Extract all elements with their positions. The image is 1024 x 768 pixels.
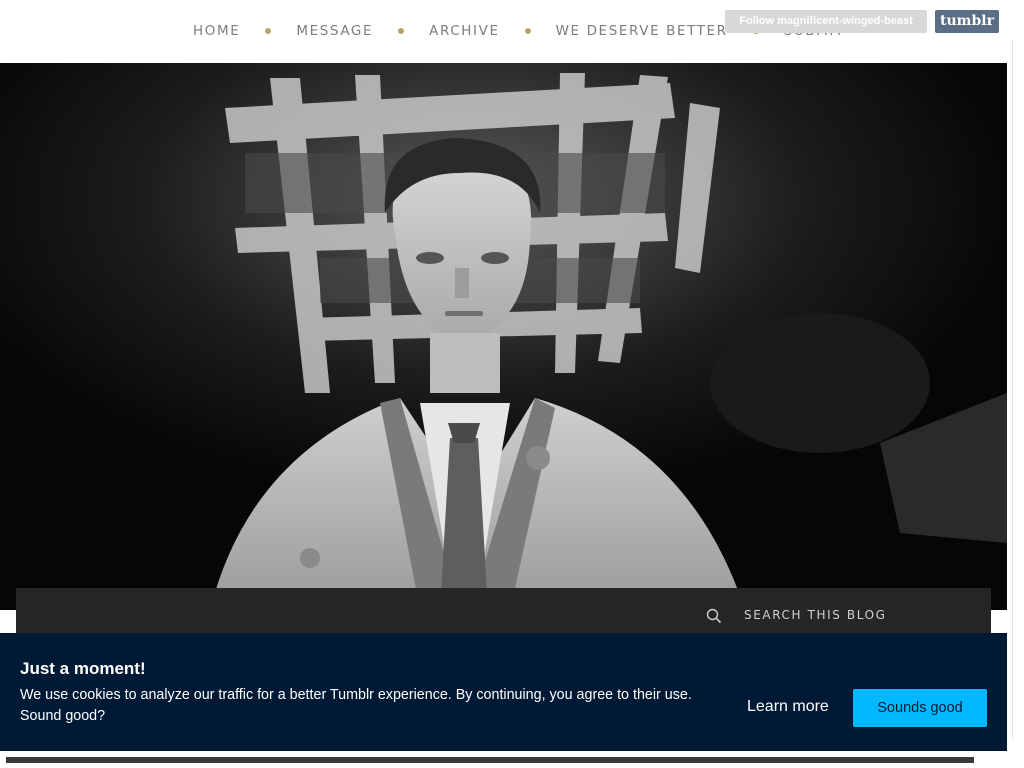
nav-separator-dot [398, 28, 405, 34]
scrollbar-track[interactable] [1012, 40, 1013, 740]
nav-message-link[interactable]: MESSAGE [296, 22, 373, 40]
cookie-banner-text: We use cookies to analyze our traffic fo… [20, 687, 692, 724]
blog-page: HOME MESSAGE ARCHIVE WE DESERVE BETTER S… [0, 0, 1024, 768]
tumblr-logo-button[interactable]: tumblr [935, 10, 999, 33]
search-input-label[interactable]: SEARCH THIS BLOG [744, 608, 887, 622]
right-gutter [1007, 0, 1024, 768]
nav-separator-dot [265, 28, 272, 34]
horizontal-scrollbar[interactable] [6, 757, 974, 763]
search-icon[interactable] [706, 608, 722, 624]
accept-cookies-button[interactable]: Sounds good [853, 689, 987, 727]
learn-more-link[interactable]: Learn more [747, 698, 829, 716]
cookie-banner-title: Just a moment! [20, 659, 146, 678]
follow-blog-button[interactable]: Follow magnificent-winged-beast [725, 10, 927, 33]
nav-we-deserve-better-link[interactable]: WE DESERVE BETTER [556, 22, 728, 40]
cookie-consent-banner: Just a moment! We use cookies to analyze… [0, 633, 1007, 751]
nav-home-link[interactable]: HOME [193, 22, 240, 40]
nav-separator-dot [524, 28, 531, 34]
header-photo [0, 63, 1007, 610]
header-photo-illustration [0, 63, 1007, 610]
nav-archive-link[interactable]: ARCHIVE [429, 22, 499, 40]
search-bar[interactable]: SEARCH THIS BLOG [16, 588, 991, 634]
